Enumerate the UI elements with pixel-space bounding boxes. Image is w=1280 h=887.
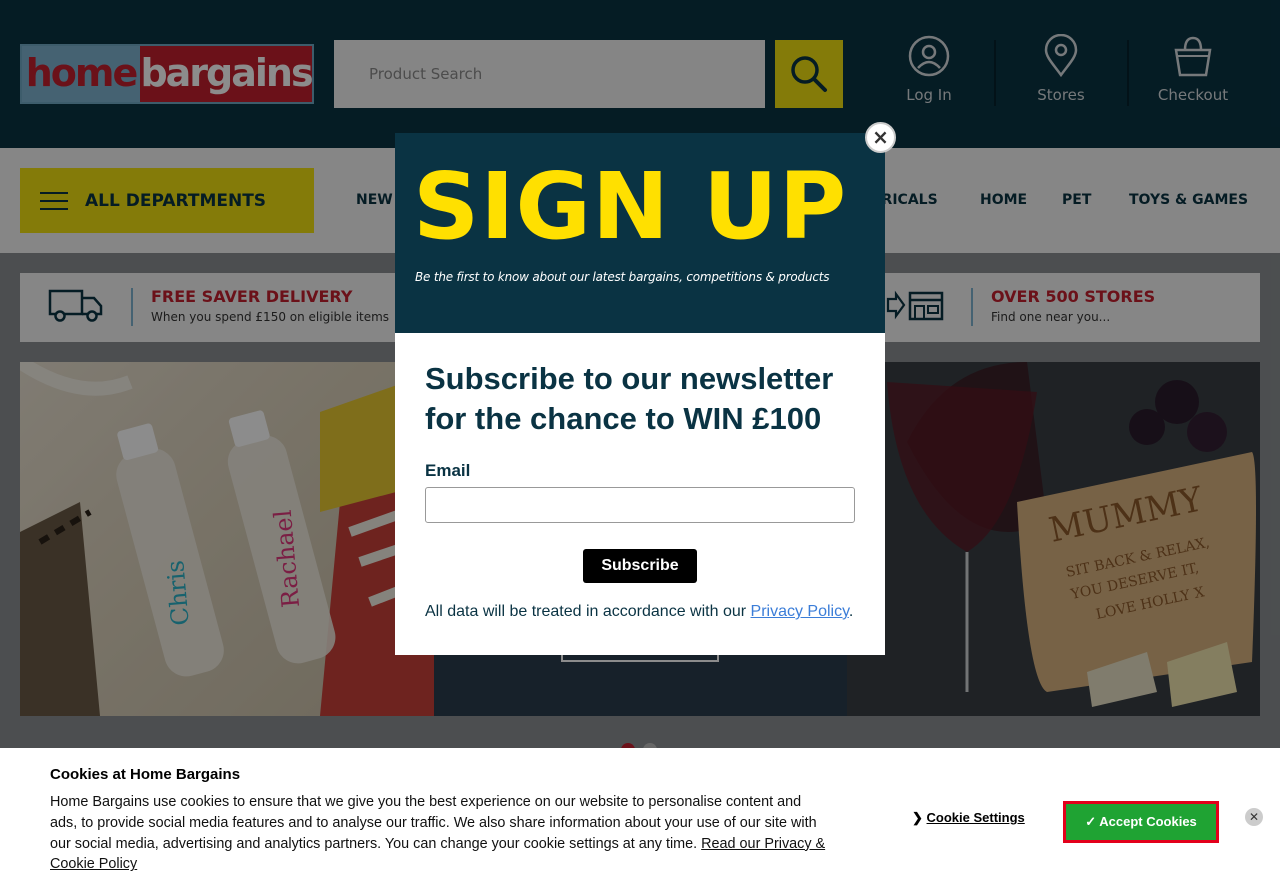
newsletter-signup-modal: SIGN UP Be the first to know about our l… [395,133,885,655]
close-cookie-banner-icon[interactable]: ✕ [1245,808,1263,826]
chevron-right-icon: ❯ [912,810,923,825]
accept-cookies-button[interactable]: ✓ Accept Cookies [1063,801,1219,843]
cookie-text: Home Bargains use cookies to ensure that… [50,792,830,875]
subscribe-button[interactable]: Subscribe [583,549,697,583]
privacy-suffix: . [848,603,854,620]
cookie-settings-label: Cookie Settings [926,810,1025,825]
privacy-notice: All data will be treated in accordance w… [425,603,853,621]
cookie-banner: Cookies at Home Bargains Home Bargains u… [0,748,1280,887]
cookie-settings-button[interactable]: ❯ Cookie Settings [912,810,1025,826]
signup-headline: SIGN UP [413,153,848,260]
privacy-policy-link[interactable]: Privacy Policy [751,603,849,620]
close-modal-button[interactable]: × [865,122,896,153]
cookie-title: Cookies at Home Bargains [50,766,241,783]
signup-tagline: Be the first to know about our latest ba… [415,270,830,284]
privacy-prefix: All data will be treated in accordance w… [425,603,747,620]
email-label: Email [425,461,471,480]
signup-header: SIGN UP Be the first to know about our l… [395,133,885,333]
subscribe-heading: Subscribe to our newsletter for the chan… [425,361,834,436]
email-field[interactable] [425,487,855,523]
